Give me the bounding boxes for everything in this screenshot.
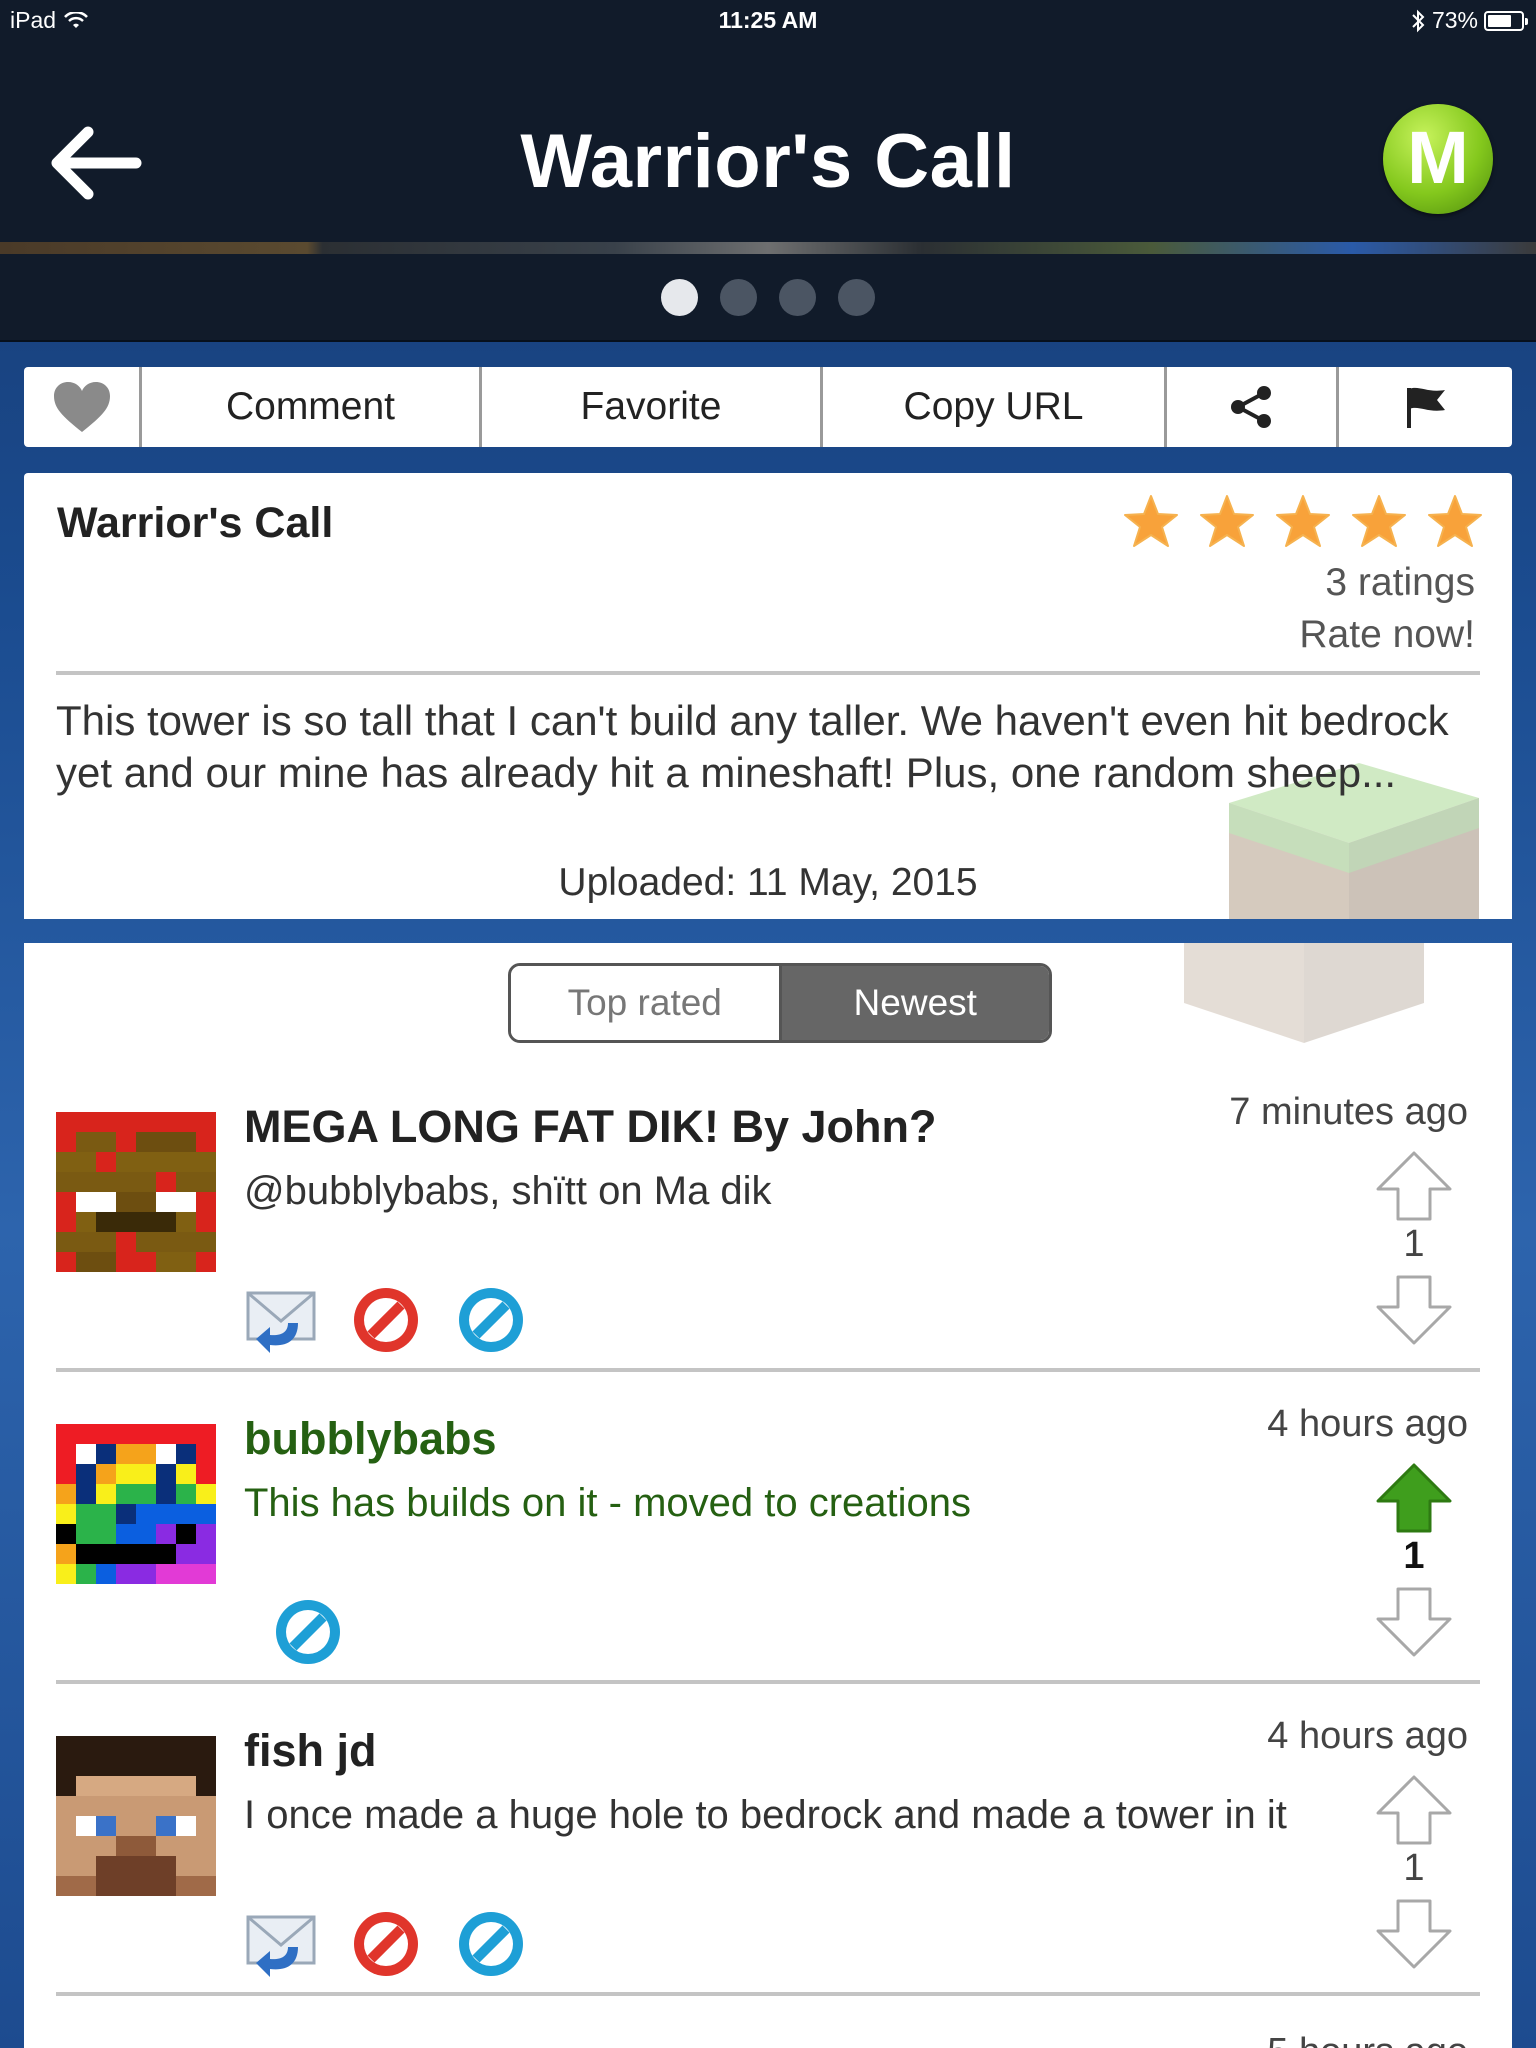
ratings-count: 3 ratings (1325, 561, 1475, 604)
share-icon (1230, 386, 1271, 428)
page-title: Warrior's Call (520, 119, 1016, 204)
bluetooth-icon (1412, 9, 1425, 32)
star-rating[interactable] (1122, 493, 1484, 551)
block-blue-icon[interactable] (271, 1595, 345, 1669)
action-bar: Comment Favorite Copy URL (24, 367, 1512, 447)
pager-dot[interactable] (661, 278, 698, 316)
vote-count: 1 (1403, 1847, 1425, 1889)
comment-title[interactable]: bubblybabs (244, 1413, 497, 1465)
creation-title: Warrior's Call (57, 499, 334, 547)
status-bar: iPad 11:25 AM 73% (0, 0, 1536, 42)
star-icon[interactable] (1350, 493, 1408, 551)
comment-time: 5 hours ago (1267, 2031, 1468, 2048)
grass-block-watermark (1184, 943, 1424, 1043)
comment-time: 4 hours ago (1267, 1715, 1468, 1757)
star-icon[interactable] (1274, 493, 1332, 551)
vote-count: 1 (1403, 1535, 1425, 1577)
comment-time: 4 hours ago (1267, 1403, 1468, 1445)
arrow-down-icon[interactable] (1374, 1897, 1454, 1971)
vote-count: 1 (1403, 1223, 1425, 1265)
report-button[interactable] (1339, 367, 1512, 447)
star-icon[interactable] (1198, 493, 1256, 551)
reply-mail-icon[interactable] (244, 1283, 318, 1357)
no-entry-red-icon[interactable] (349, 1907, 423, 1981)
star-icon[interactable] (1426, 493, 1484, 551)
comment-title[interactable]: fish jd (244, 1725, 377, 1777)
comment-title[interactable]: MEGA LONG FAT DIK! By John? (244, 1101, 936, 1153)
comment-text: @bubblybabs, shïtt on Ma dik (244, 1169, 772, 1213)
image-pager[interactable] (0, 254, 1536, 342)
divider (56, 1368, 1480, 1372)
no-entry-red-icon[interactable] (349, 1283, 423, 1357)
avatar[interactable] (56, 1112, 216, 1272)
block-blue-icon[interactable] (454, 1283, 528, 1357)
comment-text: I once made a huge hole to bedrock and m… (244, 1793, 1287, 1837)
upload-date: Uploaded: 11 May, 2015 (558, 861, 978, 904)
share-button[interactable] (1167, 367, 1339, 447)
arrow-down-icon[interactable] (1374, 1585, 1454, 1659)
screenshot-preview-strip[interactable] (0, 242, 1536, 254)
divider (56, 1992, 1480, 1996)
pager-dot[interactable] (838, 278, 875, 316)
info-card: Warrior's Call 3 ratings Rate now! This … (24, 473, 1512, 919)
status-time: 11:25 AM (718, 7, 818, 33)
favorite-button[interactable]: Favorite (482, 367, 823, 447)
pager-dot[interactable] (720, 278, 757, 316)
copy-url-button[interactable]: Copy URL (823, 367, 1167, 447)
battery-level (1488, 14, 1512, 27)
heart-icon (53, 382, 110, 432)
arrow-up-icon[interactable] (1374, 1149, 1454, 1223)
sort-top-rated[interactable]: Top rated (511, 966, 782, 1040)
nav-bar: Warrior's Call M (0, 42, 1536, 244)
divider (56, 1680, 1480, 1684)
comments-panel: Top rated Newest MEGA LONG FAT DIK! By J… (24, 943, 1512, 2048)
sort-toggle: Top rated Newest (508, 963, 1052, 1043)
avatar[interactable] (56, 1736, 216, 1896)
comment-button[interactable]: Comment (142, 367, 482, 447)
arrow-down-icon[interactable] (1374, 1273, 1454, 1347)
status-right: 73% (1410, 7, 1528, 34)
battery-icon (1484, 10, 1528, 31)
divider (56, 671, 1480, 675)
comment-text: This has builds on it - moved to creatio… (244, 1481, 972, 1525)
arrow-up-icon[interactable] (1374, 1773, 1454, 1847)
pager-dot[interactable] (779, 278, 816, 316)
avatar[interactable] (56, 1424, 216, 1584)
arrow-up-icon[interactable] (1374, 1461, 1454, 1535)
rate-now-link[interactable]: Rate now! (1299, 613, 1475, 657)
flag-icon (1406, 387, 1445, 428)
like-button[interactable] (24, 367, 142, 447)
sort-newest[interactable]: Newest (781, 966, 1049, 1040)
battery-percent: 73% (1431, 7, 1478, 33)
block-blue-icon[interactable] (454, 1907, 528, 1981)
app-logo[interactable]: M (1383, 104, 1493, 214)
star-icon[interactable] (1122, 493, 1180, 551)
creation-description: This tower is so tall that I can't build… (56, 697, 1449, 796)
reply-mail-icon[interactable] (244, 1907, 318, 1981)
comment-time: 7 minutes ago (1229, 1091, 1468, 1133)
